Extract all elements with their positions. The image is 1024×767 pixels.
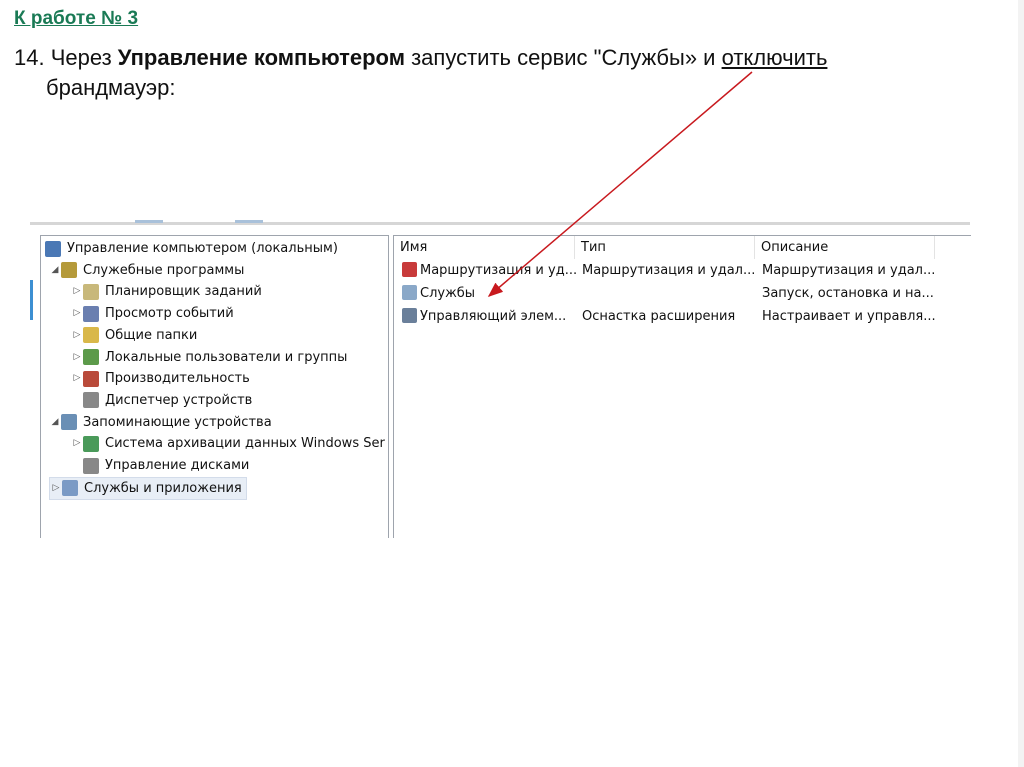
annotation-arrow [487, 71, 753, 297]
